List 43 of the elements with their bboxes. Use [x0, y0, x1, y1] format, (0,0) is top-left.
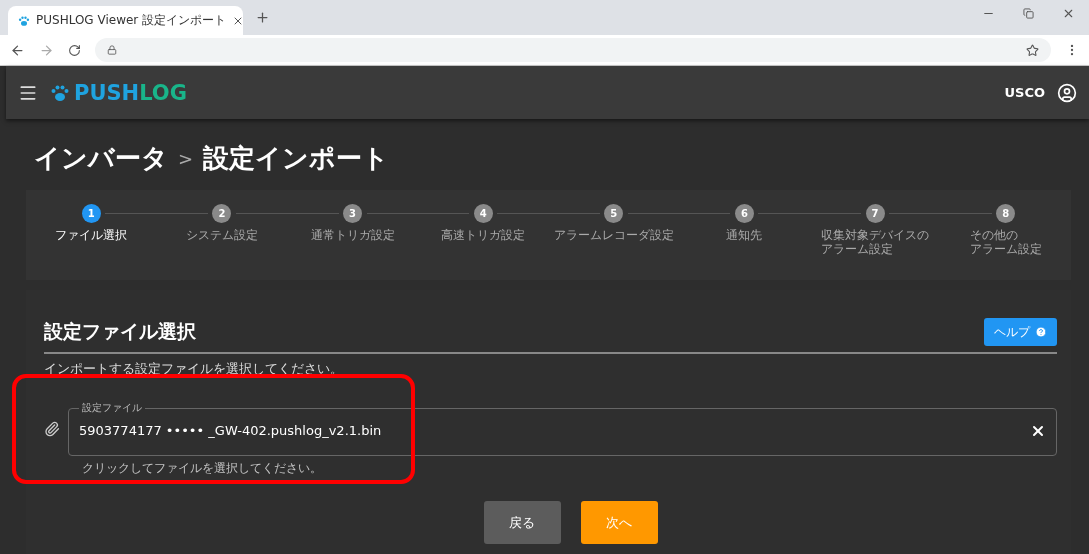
step-number: 3 — [343, 204, 363, 223]
close-icon[interactable] — [1062, 7, 1075, 20]
step-label: システム設定 — [185, 229, 258, 243]
logo: PUSHLOG — [50, 80, 187, 105]
clear-icon[interactable] — [1030, 423, 1046, 439]
step-number: 2 — [212, 204, 232, 223]
step-label: 収集対象デバイスの — [821, 229, 930, 243]
field-label: 設定ファイル — [81, 402, 143, 414]
step-number: 8 — [996, 204, 1016, 223]
page-title: 設定インポート — [203, 142, 390, 175]
file-name: 5903774177 ••••• _GW-402.pushlog_v2.1.bin — [79, 422, 383, 440]
lock-icon — [107, 45, 117, 55]
help-icon — [1035, 326, 1047, 338]
file-field[interactable]: 設定ファイル 5903774177 ••••• _GW-402.pushlog_v2.1.bin — [68, 402, 1057, 456]
step-label: 通知先 — [726, 229, 763, 243]
back-icon[interactable] — [10, 42, 25, 58]
section-title: 設定ファイル選択 — [44, 319, 196, 344]
star-icon[interactable] — [1026, 43, 1039, 57]
user-icon[interactable] — [1057, 82, 1077, 103]
field-hint: クリックしてファイルを選択してください。 — [82, 460, 323, 477]
step-label: ファイル選択 — [55, 229, 128, 243]
paw-icon — [18, 14, 30, 27]
step-label: その他の — [969, 229, 1018, 243]
step-number: 1 — [81, 204, 101, 223]
step-label: 高速トリガ設定 — [441, 229, 526, 243]
step-number: 5 — [604, 204, 624, 223]
user-name: USCO — [1004, 85, 1045, 100]
breadcrumb-separator: > — [178, 148, 194, 169]
page-title[interactable]: インバータ — [34, 141, 168, 176]
plus-icon[interactable] — [255, 10, 270, 25]
step-number: 4 — [473, 204, 493, 223]
step-label: アラームレコーダ設定 — [553, 229, 674, 243]
back-button[interactable]: 戻る — [483, 501, 561, 544]
reload-icon[interactable] — [68, 43, 81, 57]
browser-tab[interactable]: PUSHLOG Viewer 設定インポート — [8, 6, 243, 35]
step-label: アラーム設定 — [969, 242, 1042, 257]
step-label: アラーム設定 — [821, 242, 894, 257]
step-number: 6 — [734, 204, 754, 223]
tab-title: PUSHLOG Viewer 設定インポート — [36, 12, 227, 29]
step-number: 7 — [865, 204, 885, 223]
step-label: 通常トリガ設定 — [310, 229, 395, 243]
restore-icon[interactable] — [1023, 7, 1034, 20]
paperclip-icon — [44, 421, 60, 437]
